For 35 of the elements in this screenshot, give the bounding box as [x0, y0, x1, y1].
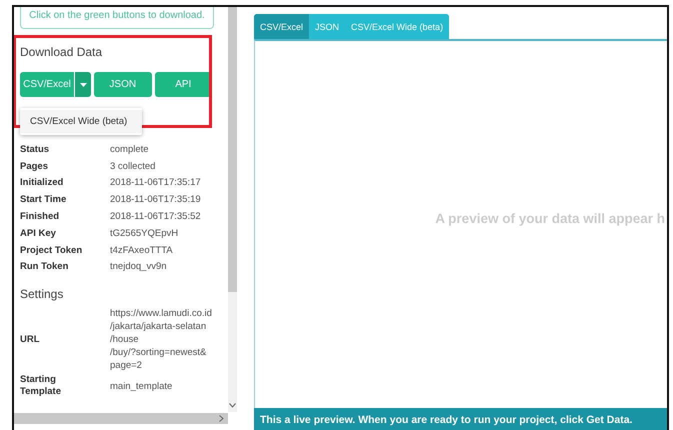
notice-text: Click on the green buttons to download. — [29, 10, 205, 21]
download-button[interactable]: CSV/Excel — [20, 72, 74, 97]
vertical-scrollbar[interactable] — [228, 7, 237, 412]
setting-label: Starting Template — [20, 374, 62, 398]
caret-icon — [80, 82, 86, 86]
detail-value: 2018-11-06T17:35:52 — [110, 211, 201, 222]
dropdown-toggle[interactable] — [75, 72, 91, 97]
detail-value: t4zFAxeoTTTA — [110, 244, 173, 256]
menu-item[interactable]: CSV/Excel Wide (beta) — [20, 110, 142, 133]
setting-value: https://www.lamudi.co.id /jakarta/jakarta-selatan /house /buy/?sorting=newest& page=2 — [110, 307, 212, 372]
detail-label: Start Time — [20, 194, 68, 206]
detail-label: Pages — [20, 160, 49, 172]
setting-label: URL — [20, 334, 41, 346]
detail-label: API Key — [20, 228, 57, 239]
detail-value: 2018-11-06T17:35:17 — [110, 177, 201, 188]
download-button[interactable]: API — [154, 72, 212, 97]
detail-value: tG2565YQEpvH — [110, 228, 178, 239]
download-button[interactable]: JSON — [94, 72, 152, 97]
detail-value: 3 collected — [110, 160, 156, 172]
detail-value: complete — [110, 144, 149, 155]
detail-label: Project Token — [20, 244, 84, 256]
detail-label: Status — [20, 144, 50, 155]
preview-tab[interactable]: CSV/Excel — [254, 14, 310, 39]
detail-label: Finished — [20, 211, 60, 222]
status-text: This a live preview. When you are ready to run your project, click Get Data. — [260, 414, 632, 426]
section-title: Settings — [20, 287, 64, 302]
section-title: Download Data — [20, 45, 104, 59]
detail-value: tnejdoq_vv9n — [110, 261, 167, 272]
detail-label: Initialized — [20, 177, 64, 188]
detail-value: 2018-11-06T17:35:19 — [110, 194, 201, 206]
detail-label: Run Token — [20, 261, 70, 272]
setting-value: main_template — [110, 380, 172, 393]
horizontal-scrollbar[interactable] — [14, 413, 228, 424]
scroll-down-icon[interactable] — [229, 403, 236, 408]
scroll-right-icon[interactable] — [219, 415, 224, 422]
